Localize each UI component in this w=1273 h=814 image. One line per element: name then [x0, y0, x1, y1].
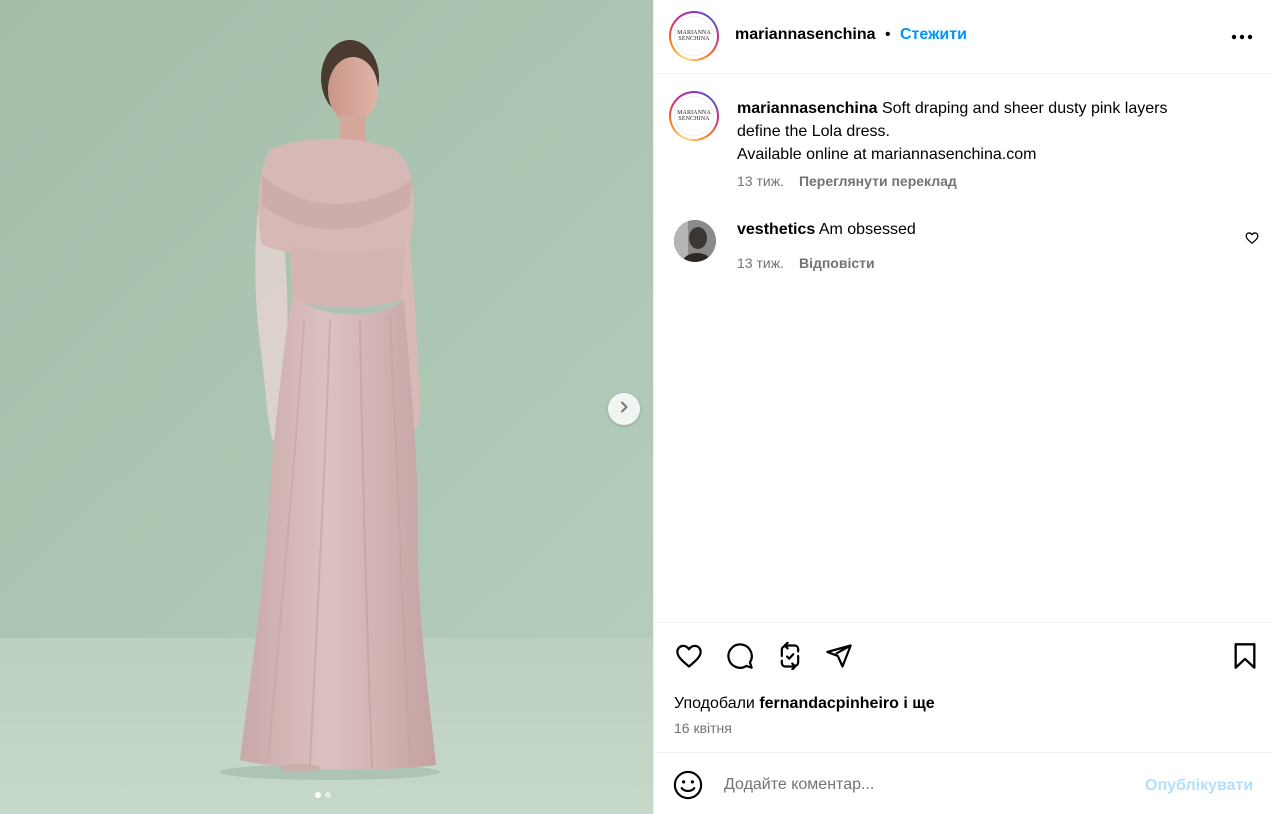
brand-logo: MARIANNA SENCHINA [674, 96, 714, 136]
comment-text: vesthetics Am obsessed [737, 221, 916, 239]
comment-composer: Опублікувати [654, 752, 1273, 814]
comment-body: Am obsessed [818, 221, 916, 238]
likes-summary: Уподобали fernandacpinheiro і ще [674, 695, 935, 713]
author-username[interactable]: mariannasenchina [735, 26, 876, 44]
comment-input[interactable] [724, 773, 1124, 797]
emoji-button[interactable] [673, 770, 703, 800]
post-header: MARIANNA SENCHINA mariannasenchina • Сте… [654, 0, 1273, 74]
liked-by-user[interactable]: fernandacpinheiro [759, 695, 899, 712]
comment-meta: 13 тиж. Відповісти [737, 255, 875, 271]
separator-dot: • [885, 26, 891, 43]
commenter-username[interactable]: vesthetics [737, 221, 815, 238]
translate-button[interactable]: Переглянути переклад [799, 173, 957, 189]
carousel-dot [325, 792, 331, 798]
caption-line-3: Available online at mariannasenchina.com [737, 146, 1037, 163]
more-options-button[interactable] [1230, 26, 1254, 46]
follow-button[interactable]: Стежити [900, 26, 967, 44]
repost-button[interactable] [774, 640, 806, 675]
post-actions: Уподобали fernandacpinheiro і ще 16 квіт… [654, 622, 1273, 752]
caption-username[interactable]: mariannasenchina [737, 100, 878, 117]
comments-section: MARIANNA SENCHINA mariannasenchina Soft … [654, 75, 1273, 622]
bookmark-icon [1233, 642, 1257, 675]
heart-outline-icon [1245, 232, 1259, 249]
post-comment-button[interactable]: Опублікувати [1145, 777, 1253, 795]
caption-line-1: Soft draping and sheer dusty pink layers [881, 100, 1168, 117]
caption-line-2: define the Lola dress. [737, 123, 890, 140]
heart-icon [674, 642, 704, 675]
repost-icon [776, 640, 804, 675]
brand-logo: MARIANNA SENCHINA [674, 16, 714, 56]
caption-avatar[interactable]: MARIANNA SENCHINA [669, 91, 719, 141]
likes-others[interactable]: і ще [903, 695, 934, 712]
save-button[interactable] [1229, 642, 1261, 674]
comment-button[interactable] [724, 642, 756, 674]
comment-icon [726, 642, 754, 675]
more-icon [1231, 27, 1253, 45]
chevron-right-icon [618, 400, 630, 418]
post-media[interactable] [0, 0, 653, 814]
reply-button[interactable]: Відповісти [799, 255, 875, 271]
caption-meta: 13 тиж. Переглянути переклад [737, 173, 957, 189]
comment-time[interactable]: 13 тиж. [737, 255, 784, 271]
likes-prefix: Уподобали [674, 695, 755, 712]
post-photo [0, 0, 653, 814]
commenter-avatar[interactable] [674, 220, 716, 262]
emoji-icon [673, 770, 703, 804]
post-panel: MARIANNA SENCHINA mariannasenchina • Сте… [653, 0, 1273, 814]
next-slide-button[interactable] [608, 393, 640, 425]
post-date[interactable]: 16 квітня [674, 720, 732, 736]
like-button[interactable] [673, 642, 705, 674]
author-avatar[interactable]: MARIANNA SENCHINA [669, 11, 719, 61]
share-button[interactable] [823, 642, 855, 674]
carousel-dot-active [315, 792, 321, 798]
comment-like-button[interactable] [1245, 231, 1261, 247]
share-icon [825, 642, 853, 675]
carousel-indicator [315, 792, 331, 798]
caption-text: mariannasenchina Soft draping and sheer … [737, 97, 1242, 166]
caption-time[interactable]: 13 тиж. [737, 173, 784, 189]
